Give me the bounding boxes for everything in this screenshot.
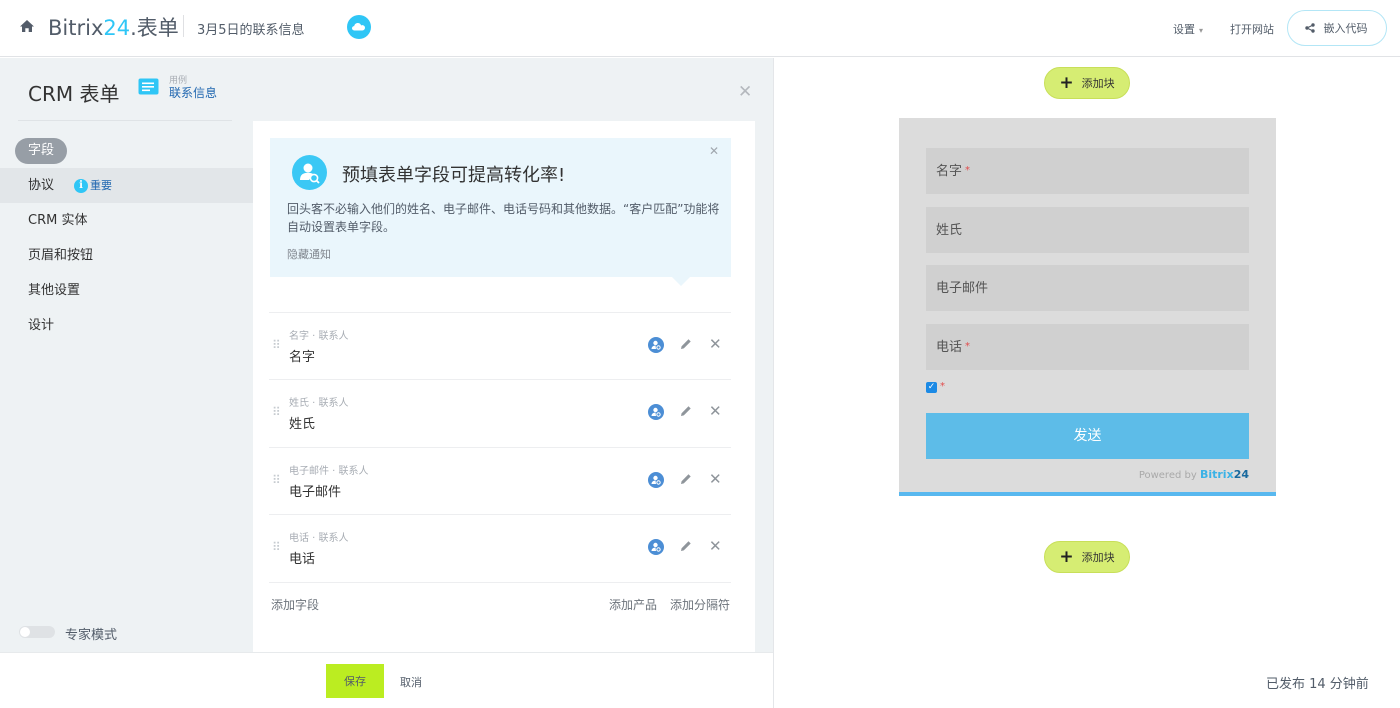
field-caption: 姓氏 · 联系人: [289, 398, 349, 409]
edit-pencil-icon[interactable]: [679, 337, 693, 351]
customer-match-icon[interactable]: [648, 472, 664, 488]
powered-by: Powered by Bitrix24: [1138, 468, 1249, 481]
form-editor-panel: CRM 表单 用例 联系信息 ✕ 字段 协议 i 重要 CRM 实体 页眉和按钮 其…: [0, 58, 773, 652]
nav-item-design[interactable]: 设计: [0, 308, 253, 343]
nav-item-agreement-label: 协议: [28, 178, 55, 193]
add-product-link[interactable]: 添加产品: [609, 596, 657, 613]
field-row[interactable]: ⠿ 名字 · 联系人 名字 ✕: [269, 312, 731, 380]
customer-match-icon[interactable]: [648, 404, 664, 420]
input-label: 姓氏: [936, 223, 963, 238]
expert-mode-label: 专家模式: [65, 628, 118, 643]
field-row[interactable]: ⠿ 电话 · 联系人 电话 ✕: [269, 514, 731, 583]
add-block-label: 添加块: [1081, 77, 1115, 90]
field-caption: 电子邮件 · 联系人: [289, 466, 369, 477]
fields-card: ✕ 预填表单字段可提高转化率! 回头客不必输入他们的姓名、电子邮件、电话号码和其…: [253, 121, 755, 652]
settings-menu[interactable]: 设置 ▾: [1173, 21, 1203, 37]
edit-pencil-icon[interactable]: [679, 404, 693, 418]
input-label: 电子邮件: [936, 281, 989, 296]
hide-notice-link[interactable]: 隐藏通知: [287, 246, 331, 262]
cloud-icon: [347, 15, 371, 39]
required-mark: *: [940, 381, 945, 392]
open-site-link[interactable]: 打开网站: [1230, 21, 1274, 37]
preview-first-name-input[interactable]: 名字 *: [926, 148, 1249, 194]
field-caption: 电话 · 联系人: [289, 533, 349, 544]
panel-divider: [18, 120, 232, 121]
customer-match-icon[interactable]: [648, 539, 664, 555]
promo-title: 预填表单字段可提高转化率!: [342, 165, 566, 186]
form-preview: + 添加块 名字 * 姓氏 电子邮件 电话 * ✓ * 发送 Powered by …: [773, 58, 1400, 708]
field-name: 电话: [289, 552, 316, 567]
info-icon: i: [74, 178, 89, 193]
required-mark: *: [965, 341, 971, 352]
field-caption: 名字 · 联系人: [289, 331, 349, 342]
preview-form: 名字 * 姓氏 电子邮件 电话 * ✓ * 发送 Powered by Bitrix…: [899, 118, 1276, 496]
app-brand[interactable]: Bitrix24.表单: [48, 12, 179, 42]
drag-handle-icon[interactable]: ⠿: [272, 405, 281, 419]
drag-handle-icon[interactable]: ⠿: [272, 540, 281, 554]
field-row[interactable]: ⠿ 姓氏 · 联系人 姓氏 ✕: [269, 379, 731, 447]
nav-item-crm-entity[interactable]: CRM 实体: [0, 203, 253, 238]
autofill-promo: ✕ 预填表单字段可提高转化率! 回头客不必输入他们的姓名、电子邮件、电话号码和其…: [270, 138, 731, 286]
edit-pencil-icon[interactable]: [679, 472, 693, 486]
cancel-button[interactable]: 取消: [400, 674, 422, 690]
add-block-label: 添加块: [1081, 551, 1115, 564]
save-button[interactable]: 保存: [326, 664, 384, 698]
field-row[interactable]: ⠿ 电子邮件 · 联系人 电子邮件 ✕: [269, 447, 731, 515]
delete-icon[interactable]: ✕: [709, 538, 722, 554]
form-doc-icon: [138, 78, 159, 95]
top-bar: Bitrix24.表单 3月5日的联系信息 设置 ▾ 打开网站 嵌入代码: [0, 0, 1400, 57]
nav-item-other-settings[interactable]: 其他设置: [0, 273, 253, 308]
promo-close-icon[interactable]: ✕: [709, 144, 719, 158]
page-subtitle: 3月5日的联系信息: [197, 23, 305, 38]
plus-icon: +: [1059, 547, 1074, 567]
field-name: 名字: [289, 350, 316, 365]
preview-phone-input[interactable]: 电话 *: [926, 324, 1249, 370]
customer-match-icon: [292, 155, 327, 190]
preview-last-name-input[interactable]: 姓氏: [926, 207, 1249, 253]
preview-email-input[interactable]: 电子邮件: [926, 265, 1249, 311]
drag-handle-icon[interactable]: ⠿: [272, 473, 281, 487]
share-icon: [1304, 23, 1315, 33]
add-block-button[interactable]: + 添加块: [1044, 541, 1130, 573]
edit-pencil-icon[interactable]: [679, 539, 693, 553]
nav-item-header-buttons[interactable]: 页眉和按钮: [0, 238, 253, 273]
add-block-button[interactable]: + 添加块: [1044, 67, 1130, 99]
add-field-link[interactable]: 添加字段: [271, 596, 319, 613]
important-badge: 重要: [90, 179, 113, 192]
agreement-checkbox[interactable]: ✓: [926, 382, 937, 393]
published-status: 已发布 14 分钟前: [1266, 677, 1369, 692]
bottom-bar: 保存 取消: [0, 652, 773, 708]
embed-code-label: 嵌入代码: [1323, 22, 1368, 35]
promo-text: 回头客不必输入他们的姓名、电子邮件、电话号码和其他数据。“客户匹配”功能将自动设…: [287, 202, 720, 234]
nav-item-agreement[interactable]: 协议 i 重要: [0, 168, 253, 203]
field-name: 电子邮件: [289, 485, 342, 500]
input-label: 电话: [936, 340, 963, 355]
nav-item-fields[interactable]: 字段: [15, 138, 68, 164]
close-icon[interactable]: ✕: [738, 82, 752, 102]
plus-icon: +: [1059, 73, 1074, 93]
delete-icon[interactable]: ✕: [709, 336, 722, 352]
toggle-knob: [20, 627, 30, 637]
field-name: 姓氏: [289, 417, 316, 432]
drag-handle-icon[interactable]: ⠿: [272, 338, 281, 352]
example-link[interactable]: 联系信息: [169, 84, 217, 101]
delete-icon[interactable]: ✕: [709, 471, 722, 487]
delete-icon[interactable]: ✕: [709, 403, 722, 419]
promo-pointer: [672, 277, 690, 286]
submit-button[interactable]: 发送: [926, 413, 1249, 459]
required-mark: *: [965, 165, 971, 176]
customer-match-icon[interactable]: [648, 337, 664, 353]
embed-code-button[interactable]: 嵌入代码: [1287, 10, 1387, 46]
title-divider: [183, 15, 184, 37]
expert-mode-toggle[interactable]: [19, 626, 55, 638]
input-label: 名字: [936, 164, 963, 179]
panel-title: CRM 表单: [28, 82, 120, 106]
home-icon[interactable]: [19, 18, 35, 34]
add-divider-link[interactable]: 添加分隔符: [670, 596, 730, 613]
caret-down-icon: ▾: [1199, 26, 1204, 35]
